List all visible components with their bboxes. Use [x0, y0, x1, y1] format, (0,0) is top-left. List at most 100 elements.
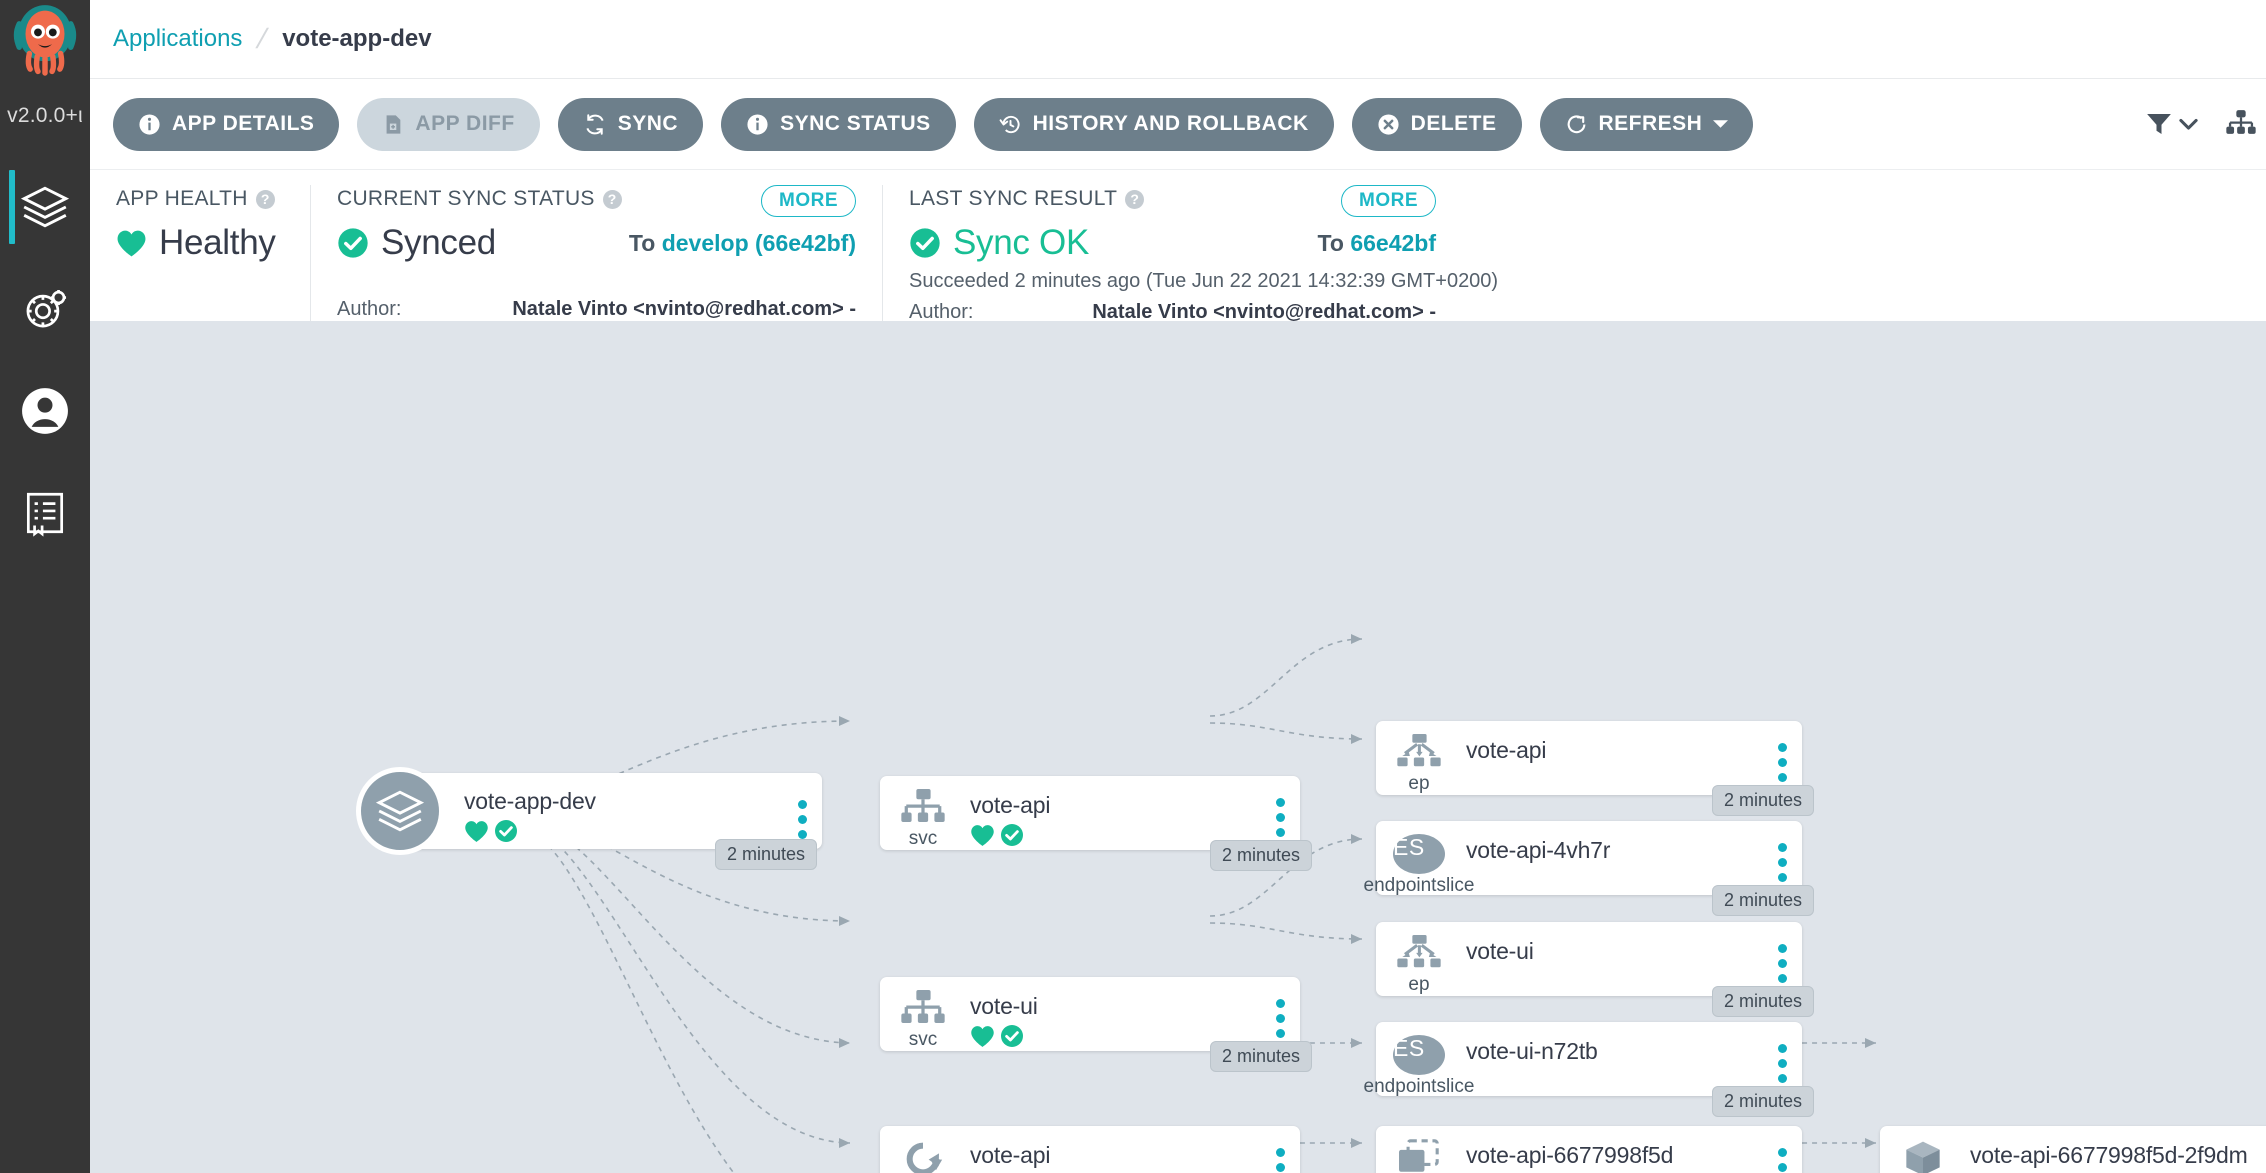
sidebar-item-documentation[interactable]	[0, 462, 90, 564]
node-kind-icon-wrap: svc	[880, 776, 966, 850]
filter-button[interactable]	[2144, 109, 2198, 139]
node-tags: 2 minutes	[1712, 885, 1814, 916]
tree-node-endpointslice-vote-api[interactable]: ES endpointslice vote-api-4vh7r	[1376, 821, 1802, 895]
tree-view-icon	[2224, 108, 2258, 140]
endpointslice-icon: ES	[1393, 834, 1445, 874]
node-kind: ep	[1408, 975, 1429, 994]
tag-age: 2 minutes	[1712, 986, 1814, 1017]
status-summary-bar: APP HEALTH ? Healthy CURRENT SYNC STATUS…	[90, 169, 2266, 321]
node-title: vote-app-dev	[464, 788, 782, 815]
node-kind-icon-wrap: svc	[880, 977, 966, 1051]
node-menu-button[interactable]	[1762, 1126, 1802, 1173]
app-health-label-row: APP HEALTH ?	[116, 185, 284, 213]
tree-node-endpointslice-vote-ui[interactable]: ES endpointslice vote-ui-n72tb	[1376, 1022, 1802, 1096]
last-sync-more-button[interactable]: MORE	[1341, 185, 1436, 217]
refresh-icon	[1565, 113, 1588, 136]
heart-icon	[116, 228, 147, 259]
tree-node-ep-vote-ui[interactable]: ep vote-ui	[1376, 922, 1802, 996]
node-kind-icon-wrap: ES endpointslice	[1376, 1022, 1462, 1096]
tag-age: 2 minutes	[1712, 885, 1814, 916]
tag-age: 2 minutes	[1210, 840, 1312, 871]
main-region: Applications / vote-app-dev APP DETAILS	[90, 0, 2266, 1173]
node-menu-button[interactable]	[782, 784, 822, 839]
author-key: Author:	[337, 296, 401, 323]
tree-node-svc-vote-api[interactable]: svc vote-api	[880, 776, 1300, 850]
target-revision[interactable]: 66e42bf	[1350, 230, 1436, 256]
node-menu-button[interactable]	[1762, 821, 1802, 882]
node-menu-button[interactable]	[1762, 721, 1802, 782]
tag-age: 2 minutes	[715, 839, 817, 870]
node-menu-button[interactable]	[1260, 977, 1300, 1038]
sidebar-item-applications[interactable]	[0, 156, 90, 258]
node-menu-button[interactable]	[1260, 776, 1300, 837]
refresh-button[interactable]: REFRESH	[1540, 98, 1754, 151]
version-label: v2.0.0+ι	[0, 104, 90, 128]
heart-icon	[464, 820, 489, 843]
filter-icon	[2144, 109, 2174, 139]
sync-status-button[interactable]: SYNC STATUS	[721, 98, 956, 151]
tag-age: 2 minutes	[1712, 1086, 1814, 1117]
node-tags: 2 minutes	[1210, 840, 1312, 871]
app-avatar	[356, 767, 444, 855]
sidebar-item-settings[interactable]	[0, 258, 90, 360]
node-menu-button[interactable]	[2260, 1126, 2266, 1173]
node-title: vote-ui	[1466, 938, 1762, 965]
node-title: vote-api-4vh7r	[1466, 837, 1762, 864]
app-diff-button[interactable]: APP DIFF	[357, 98, 539, 151]
breadcrumb-applications[interactable]: Applications	[113, 25, 242, 53]
file-diff-icon	[382, 113, 404, 136]
node-kind: svc	[909, 829, 938, 848]
check-circle-icon	[1000, 1024, 1024, 1048]
sidebar-item-user-info[interactable]	[0, 360, 90, 462]
node-tags: 2 minutes	[1210, 1041, 1312, 1072]
delete-label: DELETE	[1411, 112, 1497, 136]
chevron-down-icon	[1713, 119, 1728, 129]
sync-status-label: SYNC STATUS	[780, 112, 931, 136]
help-icon[interactable]: ?	[1125, 190, 1144, 209]
node-menu-button[interactable]	[1260, 1126, 1300, 1173]
check-circle-icon	[337, 227, 369, 259]
node-title: vote-api	[970, 1142, 1260, 1169]
author-row: Author: Natale Vinto <nvinto@redhat.com>…	[337, 296, 856, 323]
breadcrumb-separator: /	[254, 23, 271, 55]
current-sync-more-button[interactable]: MORE	[761, 185, 856, 217]
resource-tree-canvas[interactable]: vote-app-dev 2 minutes	[90, 321, 2266, 1173]
node-kind-icon-wrap: ep	[1376, 721, 1462, 795]
sync-button[interactable]: SYNC	[558, 98, 703, 151]
node-tags: 2 minutes	[715, 839, 817, 870]
app-health-panel: APP HEALTH ? Healthy	[90, 185, 310, 321]
app-details-label: APP DETAILS	[172, 112, 314, 136]
tree-node-deploy-vote-api[interactable]: deploy vote-api	[880, 1126, 1300, 1173]
user-icon	[20, 386, 70, 436]
node-kind: endpointslice	[1364, 1077, 1475, 1096]
delete-button[interactable]: DELETE	[1352, 98, 1522, 151]
tree-node-ep-vote-api[interactable]: ep vote-api	[1376, 721, 1802, 795]
node-menu-button[interactable]	[1762, 922, 1802, 983]
tree-node-rs-vote-api[interactable]: rs vote-api-6677998f5d	[1376, 1126, 1802, 1173]
node-kind: endpointslice	[1364, 876, 1475, 895]
current-sync-label: CURRENT SYNC STATUS	[337, 187, 595, 211]
node-title: vote-api	[1466, 737, 1762, 764]
node-kind: ep	[1408, 774, 1429, 793]
tree-node-pod-vote-api[interactable]: pod vote-api-6677998f5d-2f9dm	[1880, 1126, 2266, 1173]
history-and-rollback-button[interactable]: HISTORY AND ROLLBACK	[974, 98, 1334, 151]
help-icon[interactable]: ?	[603, 190, 622, 209]
replicaset-icon	[1395, 1139, 1443, 1173]
target-revision[interactable]: develop (66e42bf)	[662, 230, 856, 256]
tree-node-application[interactable]: vote-app-dev	[400, 773, 822, 849]
node-kind-icon-wrap: pod	[1880, 1126, 1966, 1173]
tag-age: 2 minutes	[1712, 785, 1814, 816]
tree-node-svc-vote-ui[interactable]: svc vote-ui	[880, 977, 1300, 1051]
argo-logo[interactable]	[0, 0, 90, 108]
deployment-icon	[901, 1139, 945, 1173]
toolbar-right-icons	[2144, 79, 2266, 169]
endpoints-icon	[1396, 935, 1442, 973]
tree-view-button[interactable]	[2224, 108, 2258, 140]
node-menu-button[interactable]	[1762, 1022, 1802, 1083]
help-icon[interactable]: ?	[256, 190, 275, 209]
endpointslice-icon: ES	[1393, 1035, 1445, 1075]
gear-icon	[20, 284, 70, 334]
app-details-button[interactable]: APP DETAILS	[113, 98, 339, 151]
node-title: vote-ui-n72tb	[1466, 1038, 1762, 1065]
service-icon	[900, 990, 946, 1028]
